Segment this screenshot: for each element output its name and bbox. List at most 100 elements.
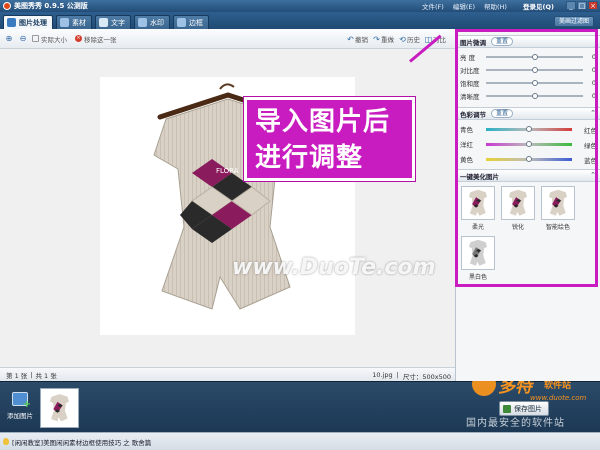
slider-value: 0	[591, 92, 596, 100]
tab-border[interactable]: 边框	[173, 15, 209, 29]
history-button[interactable]: ⟲ 历史	[399, 34, 420, 45]
file-name: 10.jpg	[372, 371, 393, 379]
image-info: 10.jpg | 尺寸：500x500	[368, 371, 451, 381]
page-total: 共 1 张	[35, 371, 57, 380]
color-right-label: 红色	[584, 127, 597, 135]
tab-label: 图片处理	[19, 18, 47, 27]
title-bar: 美图秀秀 0.9.5 公测版 文件(F) 编辑(E) 帮助(H) 登录见(Q) …	[0, 0, 600, 12]
menu-edit[interactable]: 编辑(E)	[453, 1, 475, 11]
color-slider-knob[interactable]	[526, 156, 532, 162]
undo-button[interactable]: ↶ 撤销	[347, 34, 368, 45]
slider-value: 0	[591, 53, 596, 61]
brand-label: FLORA	[216, 167, 239, 175]
chevron-up-icon[interactable]: ⌃	[590, 171, 596, 179]
slider-label: 清晰度	[460, 93, 480, 101]
presets-header: 一键美化图片 ⌃	[456, 169, 600, 182]
tab-label: 边框	[189, 18, 203, 27]
preset-thumbnail[interactable]	[461, 186, 495, 220]
picture-icon	[7, 18, 16, 27]
remove-icon: ×	[75, 35, 82, 42]
fine-tune-title: 图片微调	[460, 38, 486, 47]
remove-image-button[interactable]: × 移除这一张	[75, 34, 117, 44]
menu-file[interactable]: 文件(F)	[422, 1, 444, 11]
fine-tune-row: 饱和度 0	[456, 77, 600, 89]
preset-label: 黑白色	[468, 274, 487, 281]
callout-line-2: 进行调整	[255, 143, 364, 173]
color-right-label: 蓝色	[584, 157, 597, 165]
history-icon: ⟲	[399, 34, 406, 44]
watermark-icon	[138, 18, 147, 27]
status-bar: 第 1 张 | 共 1 张 10.jpg | 尺寸：500x500	[0, 367, 455, 381]
zoom-out-icon[interactable]: ⊖	[18, 34, 28, 44]
slider-knob[interactable]	[531, 54, 538, 60]
actual-size-icon	[32, 35, 39, 42]
preset-item[interactable]: 锐化	[501, 186, 535, 231]
color-slider-knob[interactable]	[526, 126, 532, 132]
tab-image-processing[interactable]: 图片处理	[3, 15, 53, 29]
fine-tune-row: 对比度 0	[456, 64, 600, 76]
menu-help[interactable]: 帮助(H)	[484, 1, 507, 11]
image-size: 尺寸：500x500	[402, 373, 451, 381]
zoom-in-icon[interactable]: ⊕	[4, 34, 14, 44]
slider-knob[interactable]	[531, 80, 538, 86]
actual-size-button[interactable]: 实际大小	[32, 34, 67, 44]
fine-tune-header: 图片微调 重置	[456, 35, 600, 48]
toolbar: ⊕ ⊖ 实际大小 × 移除这一张 ↶ 撤销 ↷ 重做 ⟲ 历史 ◫ 对比	[0, 29, 455, 49]
actual-size-label: 实际大小	[41, 35, 67, 44]
slider-value: 0	[591, 79, 596, 87]
close-button[interactable]: ×	[588, 1, 598, 10]
callout-annotation: 导入图片后 进行调整	[243, 96, 416, 182]
duote-slogan: 国内最安全的软件站	[466, 418, 565, 429]
site-watermark-text: www.DuoTe.com	[232, 255, 436, 280]
status-divider: |	[30, 370, 33, 379]
preset-thumbnail[interactable]	[461, 236, 495, 270]
tab-label: 文字	[111, 18, 125, 27]
add-image-button[interactable]: 添加图片	[3, 390, 37, 428]
callout-line-1: 导入图片后	[255, 107, 391, 137]
slider-knob[interactable]	[531, 93, 538, 99]
slider-value: 0	[591, 66, 596, 74]
color-adjust-header: 色彩调节 重置 ⌃	[456, 107, 600, 120]
color-adjust-row: 黄色 蓝色	[456, 153, 600, 165]
history-label: 历史	[407, 36, 420, 44]
login-link[interactable]: 登录见(Q)	[523, 1, 554, 11]
tab-watermark[interactable]: 水印	[134, 15, 170, 29]
color-slider-knob[interactable]	[526, 141, 532, 147]
color-adjust-reset-button[interactable]: 重置	[491, 109, 514, 118]
duote-url: www.duote.com	[530, 394, 587, 402]
tab-label: 素材	[72, 18, 86, 27]
tab-material[interactable]: 素材	[56, 15, 92, 29]
preset-thumbnail[interactable]	[501, 186, 535, 220]
info-divider: |	[396, 371, 399, 379]
preset-item[interactable]: 智能绘色	[541, 186, 575, 231]
page-indicator: 第 1 张	[6, 371, 28, 380]
redo-icon: ↷	[373, 34, 380, 44]
app-logo-icon	[3, 2, 11, 10]
tab-label: 水印	[150, 18, 164, 27]
undo-label: 撤销	[355, 36, 368, 44]
tip-link[interactable]: [闲闲教室]美图闲闲素材边框使用技巧 之 歌舍篇	[12, 437, 151, 447]
color-adjust-title: 色彩调节	[460, 110, 486, 119]
slider-knob[interactable]	[531, 67, 538, 73]
maximize-button[interactable]: □	[577, 1, 587, 10]
menu-bar: 文件(F) 编辑(E) 帮助(H)	[422, 0, 516, 12]
chevron-up-icon[interactable]: ⌃	[590, 109, 596, 117]
redo-button[interactable]: ↷ 重做	[373, 34, 394, 45]
preset-label: 智能绘色	[545, 224, 570, 231]
duote-site-watermark: 多特 软件站 www.duote.com 国内最安全的软件站	[466, 372, 600, 432]
minimize-button[interactable]: _	[566, 1, 576, 10]
image-thumbnail[interactable]	[41, 389, 78, 427]
tab-text[interactable]: 文字	[95, 15, 131, 29]
fine-tune-row: 清晰度 0	[456, 90, 600, 102]
preset-thumbnail[interactable]	[541, 186, 575, 220]
thumbnail-scarf	[49, 394, 69, 422]
filter-tab[interactable]: 美画过滤图	[553, 16, 594, 27]
undo-icon: ↶	[347, 34, 354, 44]
preset-item[interactable]: 黑白色	[461, 236, 495, 281]
slider-label: 亮 度	[460, 54, 476, 62]
color-adjust-row: 洋红 绿色	[456, 138, 600, 150]
color-left-label: 黄色	[460, 156, 473, 164]
slider-label: 对比度	[460, 67, 480, 75]
fine-tune-reset-button[interactable]: 重置	[491, 37, 514, 46]
preset-item[interactable]: 柔光	[461, 186, 495, 231]
